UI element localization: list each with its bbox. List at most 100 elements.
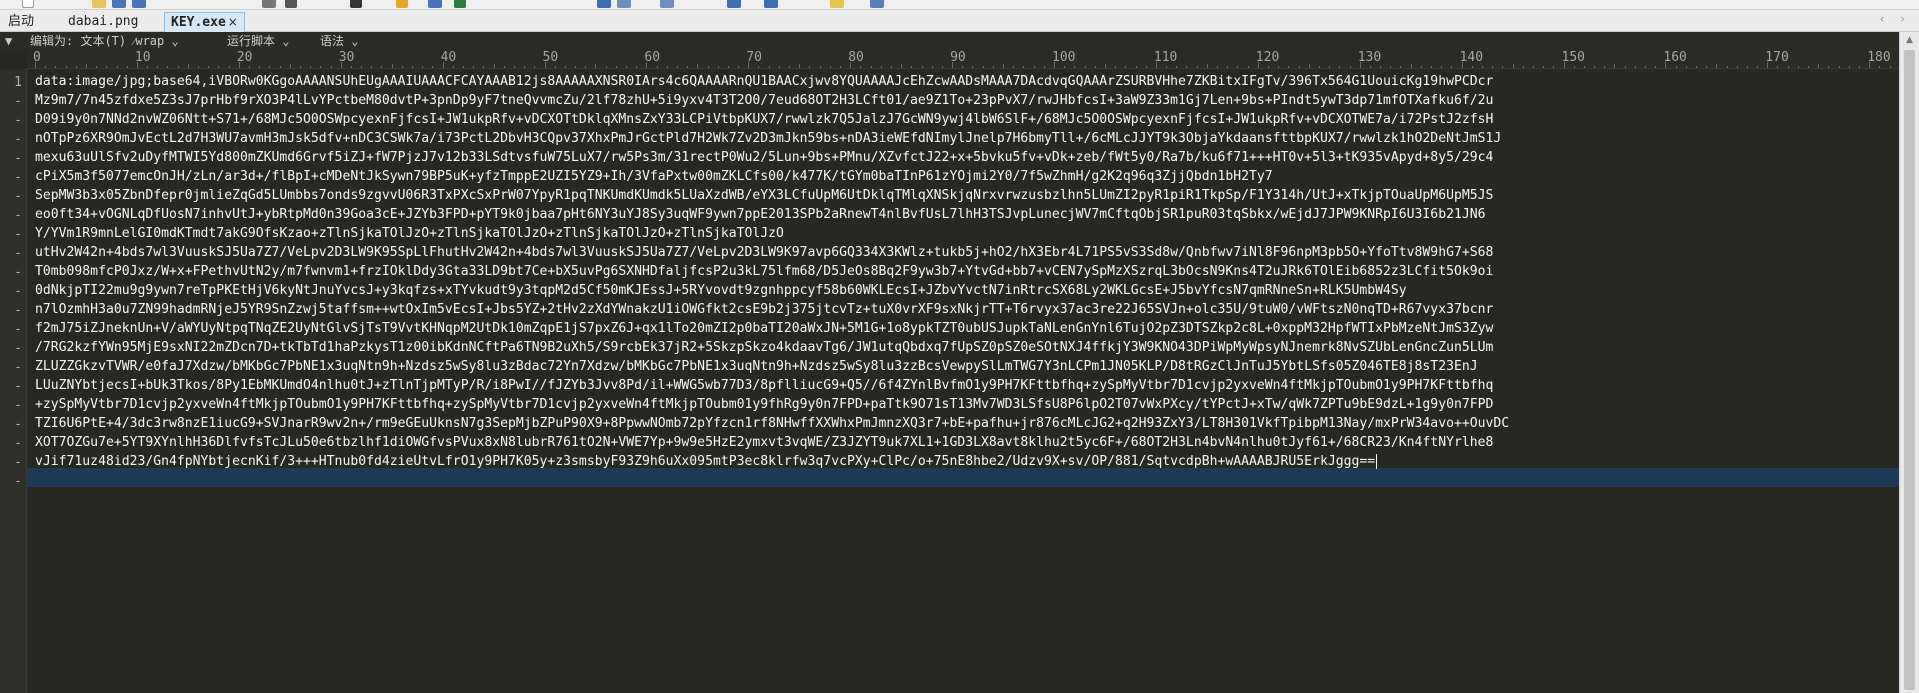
tab-startup[interactable]: 启动	[8, 12, 34, 32]
ruler-tick	[829, 66, 831, 68]
ruler-tick	[187, 64, 189, 68]
code-line[interactable]: T0mb098mfcP0Jxz/W+x+FPethvUtN2y/m7fwnvm1…	[35, 262, 1493, 281]
ruler-tick	[1064, 66, 1066, 68]
syntax-dropdown[interactable]: 语法 ⌄	[320, 32, 358, 50]
code-line[interactable]: TZI6U6PtE+4/3dc3rw8nzE1iucG9+SVJnarR9wv2…	[35, 414, 1509, 433]
ruler-tick	[1502, 66, 1504, 68]
line-number: -	[14, 322, 22, 337]
ruler-tick	[972, 66, 974, 68]
ruler-tick	[1624, 66, 1626, 68]
ruler-tick	[697, 64, 699, 68]
line-number: -	[14, 94, 22, 109]
collapse-triangle-icon[interactable]: ▼	[5, 32, 12, 50]
ruler-tick	[819, 66, 821, 68]
ruler-tick	[707, 66, 709, 68]
vertical-scrollbar[interactable]: ▲	[1899, 32, 1919, 693]
edit-as-dropdown[interactable]: 编辑为: 文本(T) ⁄wrap ⌄	[30, 32, 179, 50]
code-line[interactable]: ZLUZZGkzvTVWR/e0faJ7Xdzw/bMKbGc7PbNE1x3u…	[35, 357, 1478, 376]
ruler-tick	[1543, 66, 1545, 68]
new-file-icon[interactable]	[22, 0, 34, 8]
code-line[interactable]: D09i9y0n7NNd2nvWZ06Ntt+S71+/68MJc5O0OSWp…	[35, 110, 1493, 129]
code-line[interactable]: +zySpMyVtbr7D1cvjp2yxveWn4ftMkjpTOubmO1y…	[35, 395, 1493, 414]
code-line[interactable]: Y/YVm1R9mnLelGI0mdKTmdt7akG9OfsKzao+zTln…	[35, 224, 784, 243]
code-line[interactable]: data:image/jpg;base64,iVBORw0KGgoAAAANSU…	[35, 72, 1493, 91]
code-line[interactable]: Mz9m7/7n45zfdxe5Z3sJ7prHbf9rXO3P4lLvYPct…	[35, 91, 1493, 110]
code-line-text: /7RG2kzfYWn95MjE9sxNI22mZDcn7D+tkTbTd1ha…	[35, 340, 1494, 355]
ruler-tick	[1808, 66, 1810, 68]
line-number: -	[14, 170, 22, 185]
ruler-tick	[1848, 66, 1850, 68]
ruler-tick	[1522, 66, 1524, 68]
tab-scroll-arrows-icon[interactable]: ‹ ›	[1880, 12, 1911, 26]
ruler-tick	[982, 66, 984, 68]
compare-icon[interactable]	[764, 0, 778, 8]
columns-icon[interactable]	[617, 0, 631, 8]
code-line[interactable]: utHv2W42n+4bds7wl3VuuskSJ5Ua7Z7/VeLpv2D3…	[35, 243, 1493, 262]
cut-icon[interactable]	[285, 0, 297, 8]
tab-dabai-png[interactable]: dabai.png	[68, 12, 138, 32]
scrollbar-thumb[interactable]	[1904, 50, 1915, 690]
save-icon[interactable]	[112, 0, 126, 8]
text-editor-area[interactable]: data:image/jpg;base64,iVBORw0KGgoAAAANSU…	[27, 69, 1899, 693]
code-line[interactable]: vJif71uz48id23/Gn4fpNYbtjecnKif/3+++HTnu…	[35, 452, 1378, 471]
code-line[interactable]: LUuZNYbtjecsI+bUk3Tkos/8Py1EbMKUmdO4nlhu…	[35, 376, 1493, 395]
line-number: -	[14, 360, 22, 375]
ruler-tick	[1125, 66, 1127, 68]
code-line[interactable]: cPiX5m3f5077emcOnJH/zLn/ar3d+/flBpI+cMDe…	[35, 167, 1273, 186]
save-all-icon[interactable]	[132, 0, 146, 8]
ruler-tick	[1206, 64, 1208, 68]
ruler-tick	[727, 66, 729, 68]
ruler-tick	[1695, 66, 1697, 68]
ruler-tick	[1828, 66, 1830, 68]
note-icon[interactable]	[830, 0, 844, 8]
wand-icon[interactable]	[396, 0, 408, 8]
code-line[interactable]: eo0ft34+vOGNLqDfUosN7inhvUtJ+ybRtpMd0n39…	[35, 205, 1486, 224]
ruler-tick	[259, 66, 261, 68]
ruler-tick	[717, 66, 719, 68]
code-line[interactable]: n7lOzmhH3a0u7ZN99hadmRNjeJ5YR9SnZzwj5taf…	[35, 300, 1493, 319]
code-line[interactable]: f2mJ75iZJneknUn+V/aWYUyNtpqTNqZE2UyNtGlv…	[35, 319, 1493, 338]
code-line[interactable]: XOT7OZGu7e+5YT9XYnlhH36DlfvfsTcJLu50e6tb…	[35, 433, 1493, 452]
ruler-tick	[45, 66, 47, 68]
tab-key-exe-label: KEY.exe	[171, 15, 226, 30]
ruler-tick	[748, 62, 750, 68]
ruler-tick	[615, 66, 617, 68]
ruler-tick	[1390, 66, 1392, 68]
code-line[interactable]: /7RG2kzfYWn95MjE9sxNI22mZDcn7D+tkTbTd1ha…	[35, 338, 1493, 357]
ruler-tick	[850, 62, 852, 68]
tab-key-exe[interactable]: KEY.exe ×	[164, 12, 245, 32]
line-number-gutter: 1 - - - - - - - - - - - - - - - - - - - - -	[0, 69, 27, 693]
ruler-tick	[911, 66, 913, 68]
ruler-tick	[1889, 66, 1891, 68]
scroll-up-icon[interactable]: ▲	[1900, 32, 1919, 48]
run-script-dropdown[interactable]: 运行脚本 ⌄	[227, 32, 289, 50]
grid-icon[interactable]	[597, 0, 611, 8]
code-line[interactable]: nOTpPz6XR9OmJvEctL2d7H3WU7avmH3mJsk5dfv+…	[35, 129, 1501, 148]
ruler-tick	[320, 66, 322, 68]
code-line[interactable]: 0dNkjpTI22mu9g9ywn7reTpPKEtHjV6kyNtJnuYv…	[35, 281, 1407, 300]
code-line[interactable]: SepMW3b3x05ZbnDfepr0jmlieZqGd5LUmbbs7ond…	[35, 186, 1493, 205]
ruler-tick	[1084, 66, 1086, 68]
ruler-tick	[442, 62, 444, 68]
ruler-tick	[666, 66, 668, 68]
ruler-tick	[890, 66, 892, 68]
line-number: -	[14, 246, 22, 261]
undo-icon[interactable]	[454, 0, 466, 8]
close-icon[interactable]: ×	[228, 13, 240, 32]
tools-icon[interactable]	[870, 0, 884, 8]
ruler-tick	[931, 66, 933, 68]
list-icon[interactable]	[660, 0, 674, 8]
code-line-text: data:image/jpg;base64,iVBORw0KGgoAAAANSU…	[35, 74, 1494, 89]
ruler-tick	[381, 66, 383, 68]
ruler-tick	[1003, 64, 1005, 68]
print-icon[interactable]	[262, 0, 276, 8]
bookmark-icon[interactable]	[428, 0, 442, 8]
code-line[interactable]: mexu63uUlSfv2uDyfMTWI5Yd800mZKUmd6Grvf5i…	[35, 148, 1493, 167]
code-line-text: LUuZNYbtjecsI+bUk3Tkos/8Py1EbMKUmdO4nlhu…	[35, 378, 1494, 393]
ruler-tick	[473, 66, 475, 68]
find-icon[interactable]	[350, 0, 362, 8]
hex-view-icon[interactable]	[727, 0, 741, 8]
ruler-tick	[1553, 66, 1555, 68]
open-folder-icon[interactable]	[92, 0, 106, 8]
line-number: -	[14, 398, 22, 413]
